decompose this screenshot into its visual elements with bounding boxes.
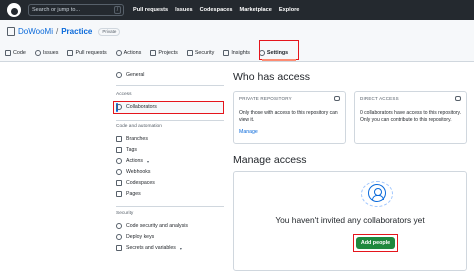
people-icon [368, 184, 386, 202]
sidebar-item-label: Codespaces [126, 180, 155, 186]
manage-access-heading: Manage access [233, 154, 307, 166]
empty-state-message: You haven't invited any collaborators ye… [275, 215, 425, 225]
tag-icon [116, 147, 122, 153]
direct-access-card: DIRECT ACCESS 0 collaborators have acces… [354, 91, 467, 144]
tab-projects-label: Projects [158, 50, 178, 56]
tab-projects[interactable]: Projects [150, 50, 178, 56]
asterisk-icon [116, 245, 122, 251]
sidebar-item-label: Actions [126, 158, 144, 164]
global-header: Search or jump to... / Pull requests Iss… [0, 0, 474, 20]
repo-title: DoWooMi / Practice Private [7, 27, 121, 36]
tab-insights-label: Insights [231, 50, 250, 56]
sidebar-item-label: Webhooks [126, 169, 151, 175]
sidebar-item-pages[interactable]: Pages [116, 191, 141, 197]
tab-code[interactable]: Code [5, 50, 26, 56]
sidebar-item-actions[interactable]: Actions ▾ [116, 158, 149, 164]
sidebar-item-label: Tags [126, 147, 137, 153]
tab-code-label: Code [13, 50, 26, 56]
sidebar-item-label: General [126, 72, 145, 78]
nav-codespaces[interactable]: Codespaces [200, 7, 233, 13]
pull-request-icon [67, 50, 74, 56]
sidebar-item-secrets-variables[interactable]: Secrets and variables ▾ [116, 245, 182, 251]
nav-issues[interactable]: Issues [175, 7, 192, 13]
chevron-down-icon: ▾ [147, 158, 150, 164]
browser-icon [116, 191, 122, 197]
sidebar-heading-security: Security [116, 211, 134, 216]
sidebar-item-label: Deploy keys [126, 234, 155, 240]
gear-icon [116, 72, 122, 78]
people-icon [116, 104, 122, 110]
sidebar-item-deploy-keys[interactable]: Deploy keys [116, 234, 154, 240]
play-icon [115, 50, 122, 56]
tab-insights[interactable]: Insights [223, 50, 250, 56]
tab-security-label: Security [194, 50, 215, 56]
graph-icon [223, 50, 230, 56]
sidebar-item-label: Branches [126, 136, 148, 142]
tab-pull-requests[interactable]: Pull requests [67, 50, 107, 56]
repo-header: DoWooMi / Practice Private Code Issues P… [0, 20, 474, 62]
eye-closed-icon [334, 96, 340, 101]
search-placeholder: Search or jump to... [32, 7, 80, 13]
play-icon [116, 158, 122, 164]
tab-pull-requests-label: Pull requests [75, 50, 107, 56]
nav-marketplace[interactable]: Marketplace [240, 7, 272, 13]
sidebar-item-general[interactable]: General [116, 72, 144, 78]
sidebar-heading-access: Access [116, 92, 132, 97]
search-shortcut-key: / [114, 6, 121, 14]
webhook-icon [116, 169, 122, 175]
active-tab-underline [262, 59, 296, 61]
key-icon [116, 234, 122, 240]
card-text: Only those with access to this repositor… [239, 110, 338, 123]
sidebar-item-label: Secrets and variables [126, 245, 176, 251]
card-title: PRIVATE REPOSITORY [239, 96, 292, 101]
sidebar-item-collaborators[interactable]: Collaborators [116, 104, 157, 110]
issue-icon [34, 50, 41, 56]
tab-actions[interactable]: Actions [115, 50, 142, 56]
settings-highlight-box [259, 40, 299, 60]
global-nav: Pull requests Issues Codespaces Marketpl… [133, 0, 299, 20]
sidebar-item-label: Code security and analysis [126, 223, 188, 229]
sidebar-divider [116, 206, 224, 207]
sidebar-item-code-security[interactable]: Code security and analysis [116, 223, 188, 229]
people-icon [455, 96, 461, 101]
repo-name-link[interactable]: Practice [61, 27, 92, 36]
code-icon [5, 50, 11, 56]
who-has-access-heading: Who has access [233, 71, 311, 83]
sidebar-item-codespaces[interactable]: Codespaces [116, 180, 155, 186]
sidebar-item-webhooks[interactable]: Webhooks [116, 169, 150, 175]
repo-separator: / [55, 27, 59, 36]
sidebar-item-tags[interactable]: Tags [116, 147, 137, 153]
shield-icon [186, 50, 193, 56]
sidebar-heading-code-automation: Code and automation [116, 124, 162, 129]
sidebar-item-label: Pages [126, 191, 141, 197]
tab-issues[interactable]: Issues [34, 50, 59, 56]
sidebar-divider [116, 120, 224, 121]
sidebar-item-label: Collaborators [126, 104, 157, 110]
manage-link[interactable]: Manage [239, 129, 258, 135]
sidebar-item-branches[interactable]: Branches [116, 136, 148, 142]
add-people-button[interactable]: Add people [356, 237, 395, 249]
search-input[interactable]: Search or jump to... / [28, 4, 124, 16]
visibility-badge: Private [98, 27, 121, 36]
private-repository-card: PRIVATE REPOSITORY Only those with acces… [233, 91, 346, 144]
card-text: 0 collaborators have access to this repo… [360, 110, 462, 123]
nav-explore[interactable]: Explore [279, 7, 300, 13]
tab-security[interactable]: Security [186, 50, 215, 56]
repo-icon [7, 27, 15, 36]
tab-issues-label: Issues [42, 50, 59, 56]
sidebar-divider [116, 85, 224, 86]
card-title: DIRECT ACCESS [360, 96, 399, 101]
repo-owner-link[interactable]: DoWooMi [18, 27, 53, 36]
github-logo-icon[interactable] [7, 3, 21, 17]
branch-icon [116, 136, 122, 142]
codescan-icon [116, 223, 122, 229]
tab-actions-label: Actions [123, 50, 142, 56]
codespaces-icon [116, 180, 122, 186]
repo-tabs: Code Issues Pull requests Actions Projec… [5, 46, 288, 60]
table-icon [150, 50, 157, 56]
chevron-down-icon: ▾ [179, 245, 182, 251]
nav-pull-requests[interactable]: Pull requests [133, 7, 168, 13]
